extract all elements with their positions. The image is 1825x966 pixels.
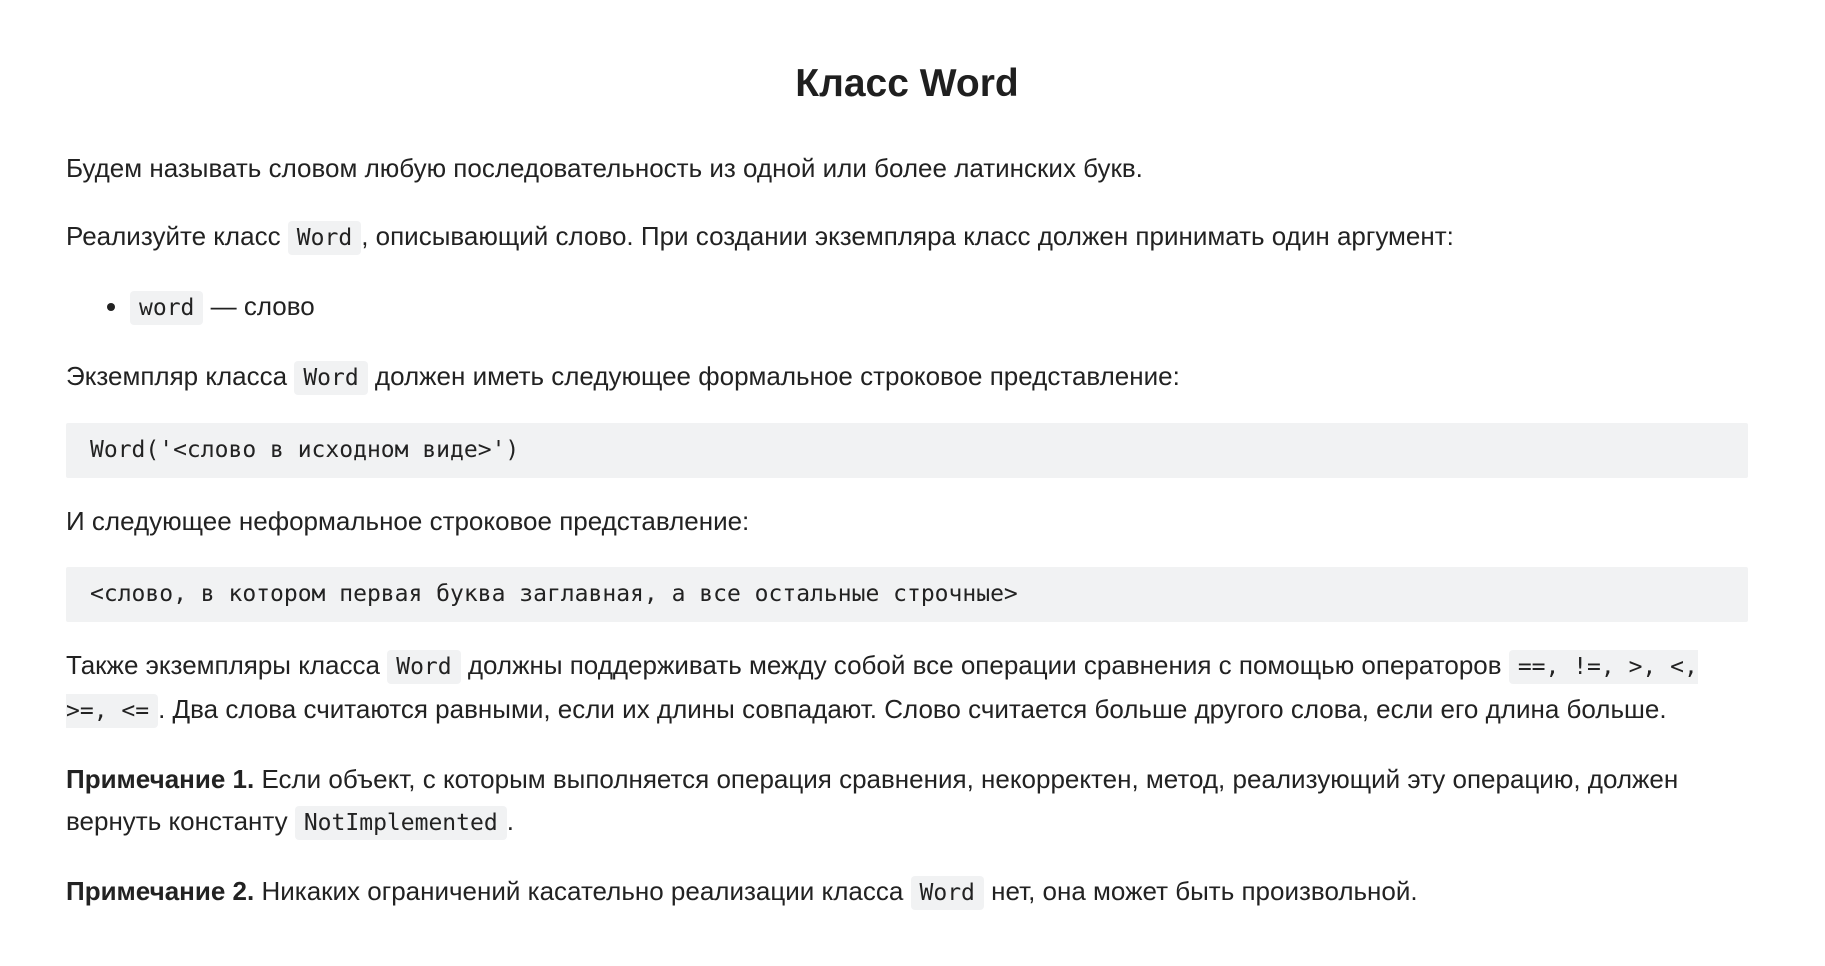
argument-list: word — слово	[66, 285, 1748, 329]
page-title: Класс Word	[795, 62, 1019, 105]
intro-paragraph: Будем называть словом любую последовател…	[66, 147, 1748, 189]
page: Класс Word Будем называть словом любую п…	[0, 0, 1825, 966]
inline-code-word: Word	[287, 221, 362, 255]
argument-item: word — слово	[130, 285, 1748, 329]
note-2-paragraph: Примечание 2. Никаких ограничений касате…	[66, 870, 1748, 914]
note-1-text-after: .	[506, 806, 514, 836]
note-1-paragraph: Примечание 1. Если объект, с которым вып…	[66, 758, 1748, 844]
repr-code-block: Word('<слово в исходном виде>')	[66, 423, 1748, 478]
compare-text-middle: должны поддерживать между собой все опер…	[460, 650, 1509, 680]
repr-paragraph: Экземпляр класса Word должен иметь следу…	[66, 355, 1748, 399]
compare-paragraph: Также экземпляры класса Word должны подд…	[66, 644, 1748, 732]
implement-text-before: Реализуйте класс	[66, 221, 288, 251]
note-1-label: Примечание 1.	[66, 764, 255, 794]
inline-code-word: Word	[910, 876, 984, 910]
intro-text: Будем называть словом любую последовател…	[66, 153, 1143, 183]
compare-text-after: . Два слова считаются равными, если их д…	[158, 694, 1667, 724]
repr-text-before: Экземпляр класса	[66, 361, 295, 391]
str-paragraph: И следующее неформальное строковое предс…	[66, 500, 1748, 542]
str-text: И следующее неформальное строковое предс…	[66, 506, 750, 536]
implement-paragraph: Реализуйте класс Word, описывающий слово…	[66, 215, 1748, 259]
implement-text-after: , описывающий слово. При создании экземп…	[361, 221, 1454, 251]
inline-code-word: Word	[294, 361, 368, 395]
compare-text-before: Также экземпляры класса	[66, 650, 388, 680]
inline-code-notimplemented: NotImplemented	[294, 806, 507, 840]
str-code-block: <слово, в котором первая буква заглавная…	[66, 567, 1748, 622]
problem-statement: Класс Word Будем называть словом любую п…	[66, 0, 1748, 914]
note-2-text: Никаких ограничений касательно реализаци…	[254, 876, 911, 906]
note-2-label: Примечание 2.	[66, 876, 255, 906]
repr-text-after: должен иметь следующее формальное строко…	[367, 361, 1180, 391]
inline-code-arg: word	[130, 291, 204, 325]
inline-code-word: Word	[387, 650, 461, 684]
note-2-text-after: нет, она может быть произвольной.	[983, 876, 1418, 906]
argument-description: — слово	[203, 291, 315, 321]
